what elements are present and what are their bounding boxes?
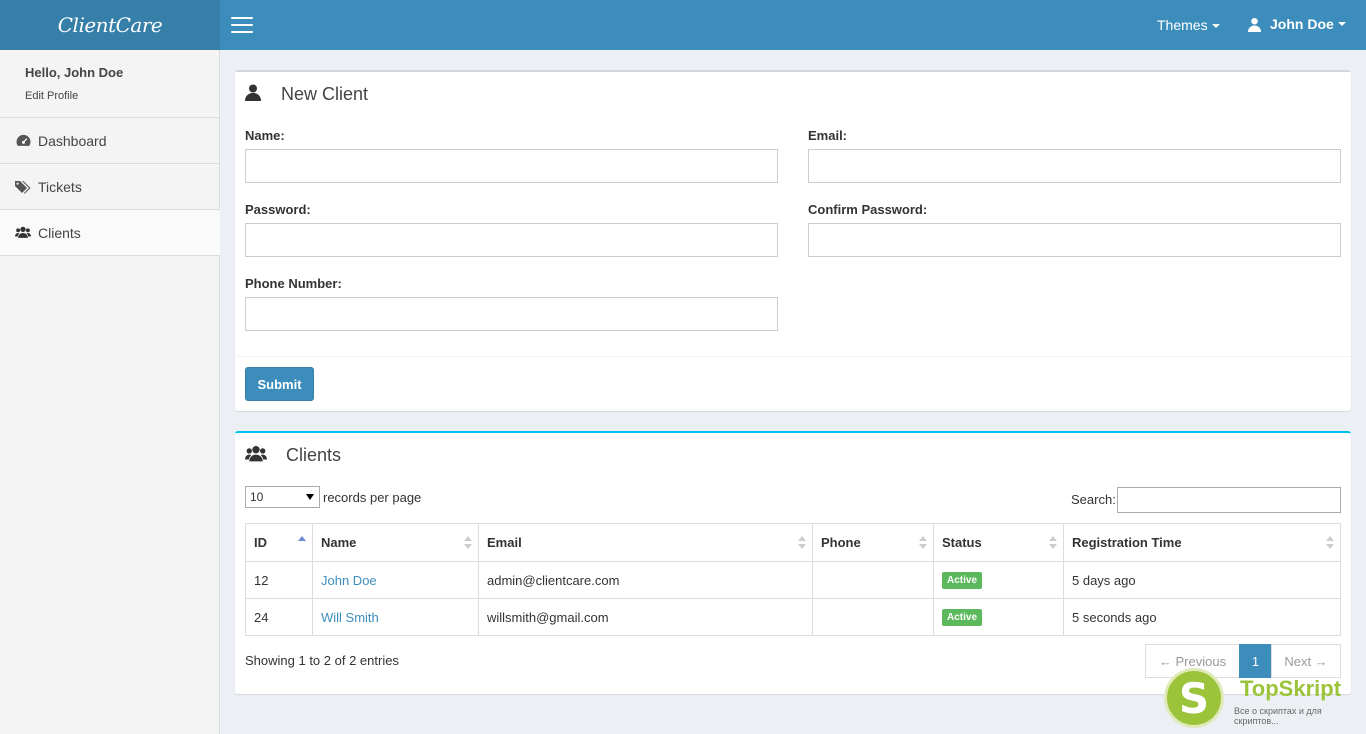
panel-title: Clients [286, 445, 342, 465]
dashboard-icon [15, 133, 31, 149]
dropdown-arrow-icon [306, 494, 314, 500]
cell-email: willsmith@gmail.com [478, 598, 813, 636]
search-label: Search: [1071, 492, 1116, 507]
cell-phone [812, 598, 934, 636]
users-icon [245, 446, 267, 462]
edit-profile-link[interactable]: Edit Profile [25, 90, 78, 102]
table-row: 24 Will Smith willsmith@gmail.com Active… [245, 598, 1341, 636]
column-header-phone[interactable]: Phone [812, 523, 934, 562]
table-info: Showing 1 to 2 of 2 entries [245, 653, 399, 668]
sidebar-item-label: Clients [38, 224, 81, 241]
cell-id: 24 [245, 598, 313, 636]
cell-status: Active [933, 598, 1064, 636]
per-page-value: 10 [250, 490, 264, 504]
top-navbar: ClientCare Themes John Doe [0, 0, 1366, 50]
cell-registration-time: 5 days ago [1063, 561, 1341, 599]
records-per-page-select[interactable]: 10 [245, 486, 320, 508]
client-name-link[interactable]: Will Smith [321, 610, 379, 625]
sidebar-menu: Dashboard Tickets Clients [0, 117, 220, 256]
search-input[interactable] [1117, 487, 1341, 513]
password-field[interactable] [245, 223, 778, 257]
email-label: Email: [808, 128, 848, 143]
cell-name: John Doe [312, 561, 479, 599]
cell-phone [812, 561, 934, 599]
confirm-password-field[interactable] [808, 223, 1341, 257]
per-page-label: records per page [323, 490, 422, 505]
user-name: John Doe [1270, 16, 1334, 32]
cell-name: Will Smith [312, 598, 479, 636]
next-page-button[interactable]: Next → [1271, 644, 1341, 678]
caret-down-icon [1211, 24, 1220, 29]
column-header-email[interactable]: Email [478, 523, 813, 562]
page-1-button[interactable]: 1 [1239, 644, 1272, 678]
table-row: 12 John Doe admin@clientcare.com Active … [245, 561, 1341, 599]
cell-email: admin@clientcare.com [478, 561, 813, 599]
user-icon [1247, 17, 1262, 32]
password-label: Password: [245, 202, 311, 217]
column-header-name[interactable]: Name [312, 523, 479, 562]
status-badge: Active [942, 572, 983, 589]
phone-field[interactable] [245, 297, 778, 331]
confirm-password-label: Confirm Password: [808, 202, 928, 217]
client-name-link[interactable]: John Doe [321, 573, 377, 588]
sort-icon [1326, 536, 1334, 550]
themes-label: Themes [1157, 17, 1208, 33]
table-header-row: ID Name Email Phone Status Registration … [245, 523, 1341, 562]
sidebar-item-tickets[interactable]: Tickets [0, 164, 220, 210]
column-header-registration-time[interactable]: Registration Time [1063, 523, 1341, 562]
phone-label: Phone Number: [245, 276, 342, 291]
sidebar: Hello, John Doe Edit Profile Dashboard T… [0, 50, 220, 734]
sort-icon [1049, 536, 1057, 550]
new-client-panel: New Client Name: Email: Password: Confir… [235, 70, 1351, 411]
user-icon [245, 84, 261, 101]
sort-icon [464, 536, 472, 550]
name-label: Name: [245, 128, 285, 143]
caret-down-icon [1337, 22, 1346, 26]
panel-title: New Client [281, 84, 369, 104]
name-field[interactable] [245, 149, 778, 183]
sidebar-item-label: Dashboard [38, 132, 107, 149]
column-header-id[interactable]: ID [245, 523, 313, 562]
sort-asc-icon [298, 536, 306, 550]
submit-button[interactable]: Submit [245, 367, 314, 401]
app-logo[interactable]: ClientCare [0, 0, 220, 50]
watermark-brand: TopSkript [1240, 676, 1342, 701]
divider [235, 356, 1351, 357]
pagination: ← Previous 1 Next → [1145, 644, 1341, 678]
sidebar-item-label: Tickets [38, 178, 82, 195]
tags-icon [15, 179, 31, 195]
sidebar-toggle-icon[interactable] [231, 17, 253, 33]
clients-table: ID Name Email Phone Status Registration … [245, 523, 1341, 636]
greeting: Hello, John Doe [25, 65, 124, 80]
sort-icon [919, 536, 927, 550]
clients-panel: Clients 10 records per page Search: ID N… [235, 431, 1351, 694]
themes-dropdown[interactable]: Themes [1157, 17, 1220, 33]
watermark-logo: S [1164, 668, 1224, 728]
column-header-status[interactable]: Status [933, 523, 1064, 562]
status-badge: Active [942, 609, 983, 626]
sidebar-item-dashboard[interactable]: Dashboard [0, 118, 220, 164]
email-field[interactable] [808, 149, 1341, 183]
sort-icon [798, 536, 806, 550]
cell-id: 12 [245, 561, 313, 599]
cell-registration-time: 5 seconds ago [1063, 598, 1341, 636]
sidebar-item-clients[interactable]: Clients [0, 210, 220, 256]
cell-status: Active [933, 561, 1064, 599]
watermark-tagline: Все о скриптах и для скриптов... [1234, 706, 1322, 726]
user-menu-dropdown[interactable]: John Doe [1247, 16, 1346, 32]
users-icon [15, 225, 31, 241]
